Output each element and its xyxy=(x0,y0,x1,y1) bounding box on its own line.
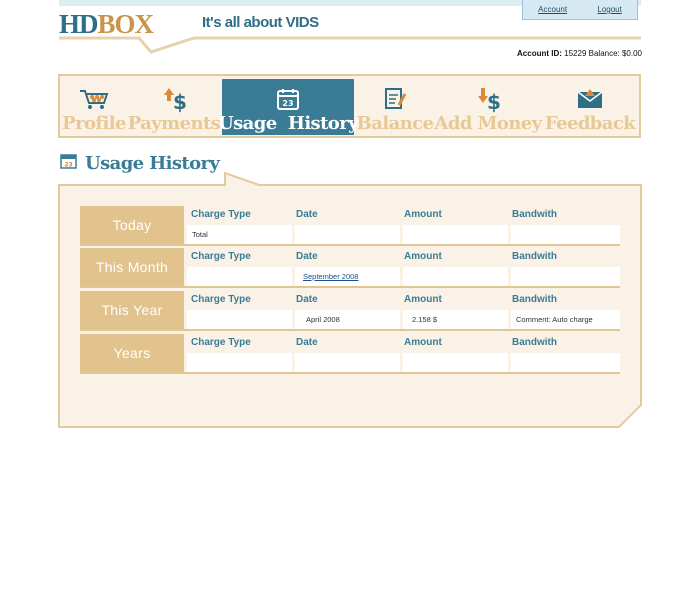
nav-item-balance[interactable]: Balance xyxy=(356,79,434,135)
column-header: Bandwith xyxy=(512,251,557,262)
svg-text:23: 23 xyxy=(64,162,72,169)
column-header: Bandwith xyxy=(512,209,557,220)
svg-text:$: $ xyxy=(487,90,501,113)
nav-label-profile: Profile xyxy=(62,113,126,134)
table-cell xyxy=(295,225,400,244)
logout-link[interactable]: Logout xyxy=(597,5,621,14)
column-header: Amount xyxy=(404,294,442,305)
column-header: Charge Type xyxy=(191,337,251,348)
nav-item-usage-history[interactable]: 23 Usage History xyxy=(218,79,359,135)
dollar-arrow-icon: $ xyxy=(160,85,188,113)
table-row: Years Charge Type Date Amount Bandwith xyxy=(80,334,620,374)
date-link[interactable]: September 2008 xyxy=(303,272,358,281)
column-header: Charge Type xyxy=(191,294,251,305)
cart-icon xyxy=(78,85,110,113)
account-id-label: Account ID: xyxy=(517,49,562,58)
nav-label-feedback: Feedback xyxy=(544,113,636,134)
nav-item-feedback[interactable]: Feedback xyxy=(544,79,636,135)
calendar-icon: 23 xyxy=(276,85,300,113)
table-row: Today Charge Type Date Amount Bandwith T… xyxy=(80,206,620,246)
table-cell xyxy=(403,225,508,244)
table-cell xyxy=(187,353,292,372)
svg-text:$: $ xyxy=(173,90,187,113)
nav-item-payments[interactable]: $ Payments xyxy=(127,79,221,135)
document-edit-icon xyxy=(382,85,408,113)
envelope-icon xyxy=(576,85,604,113)
account-link[interactable]: Account xyxy=(538,5,567,14)
table-cell xyxy=(511,225,620,244)
table-cell xyxy=(511,353,620,372)
table-cell: September 2008 xyxy=(295,267,400,286)
account-links-box: Account Logout xyxy=(522,0,638,20)
row-label-this-year: This Year xyxy=(80,291,184,329)
table-row: This Month Charge Type Date Amount Bandw… xyxy=(80,248,620,288)
column-header: Date xyxy=(296,251,318,262)
column-header: Date xyxy=(296,337,318,348)
row-label-this-month: This Month xyxy=(80,248,184,286)
row-label-years: Years xyxy=(80,334,184,372)
svg-text:23: 23 xyxy=(282,99,293,108)
nav-label-usage-history: Usage History xyxy=(218,113,359,134)
column-header: Amount xyxy=(404,251,442,262)
column-header: Date xyxy=(296,294,318,305)
table-cell: Comment: Auto charge xyxy=(511,310,620,329)
main-nav: Profile $ Payments 23 Usage History Bala… xyxy=(58,74,641,138)
nav-label-add-money: Add Money xyxy=(434,113,543,134)
table-cell xyxy=(187,267,292,286)
nav-label-payments: Payments xyxy=(127,113,221,134)
column-header: Amount xyxy=(404,209,442,220)
dollar-down-icon: $ xyxy=(474,85,502,113)
column-header: Bandwith xyxy=(512,294,557,305)
table-cell xyxy=(295,353,400,372)
column-header: Date xyxy=(296,209,318,220)
account-info: Account ID: 15229 Balance: $0.00 xyxy=(517,49,642,58)
nav-item-add-money[interactable]: $ Add Money xyxy=(435,79,542,135)
table-cell: 2.158 $ xyxy=(403,310,508,329)
table-cell: Total xyxy=(187,225,292,244)
column-header: Charge Type xyxy=(191,209,251,220)
table-row: This Year Charge Type Date Amount Bandwi… xyxy=(80,291,620,331)
nav-item-profile[interactable]: Profile xyxy=(62,79,126,135)
tagline: It's all about VIDS xyxy=(202,14,319,31)
column-header: Charge Type xyxy=(191,251,251,262)
table-cell: April 2008 xyxy=(295,310,400,329)
account-id-value: 15229 Balance: $0.00 xyxy=(564,49,642,58)
column-header: Bandwith xyxy=(512,337,557,348)
row-label-today: Today xyxy=(80,206,184,244)
table-cell xyxy=(187,310,292,329)
column-header: Amount xyxy=(404,337,442,348)
table-cell xyxy=(403,353,508,372)
table-cell xyxy=(511,267,620,286)
nav-label-balance: Balance xyxy=(356,113,434,134)
table-cell xyxy=(403,267,508,286)
